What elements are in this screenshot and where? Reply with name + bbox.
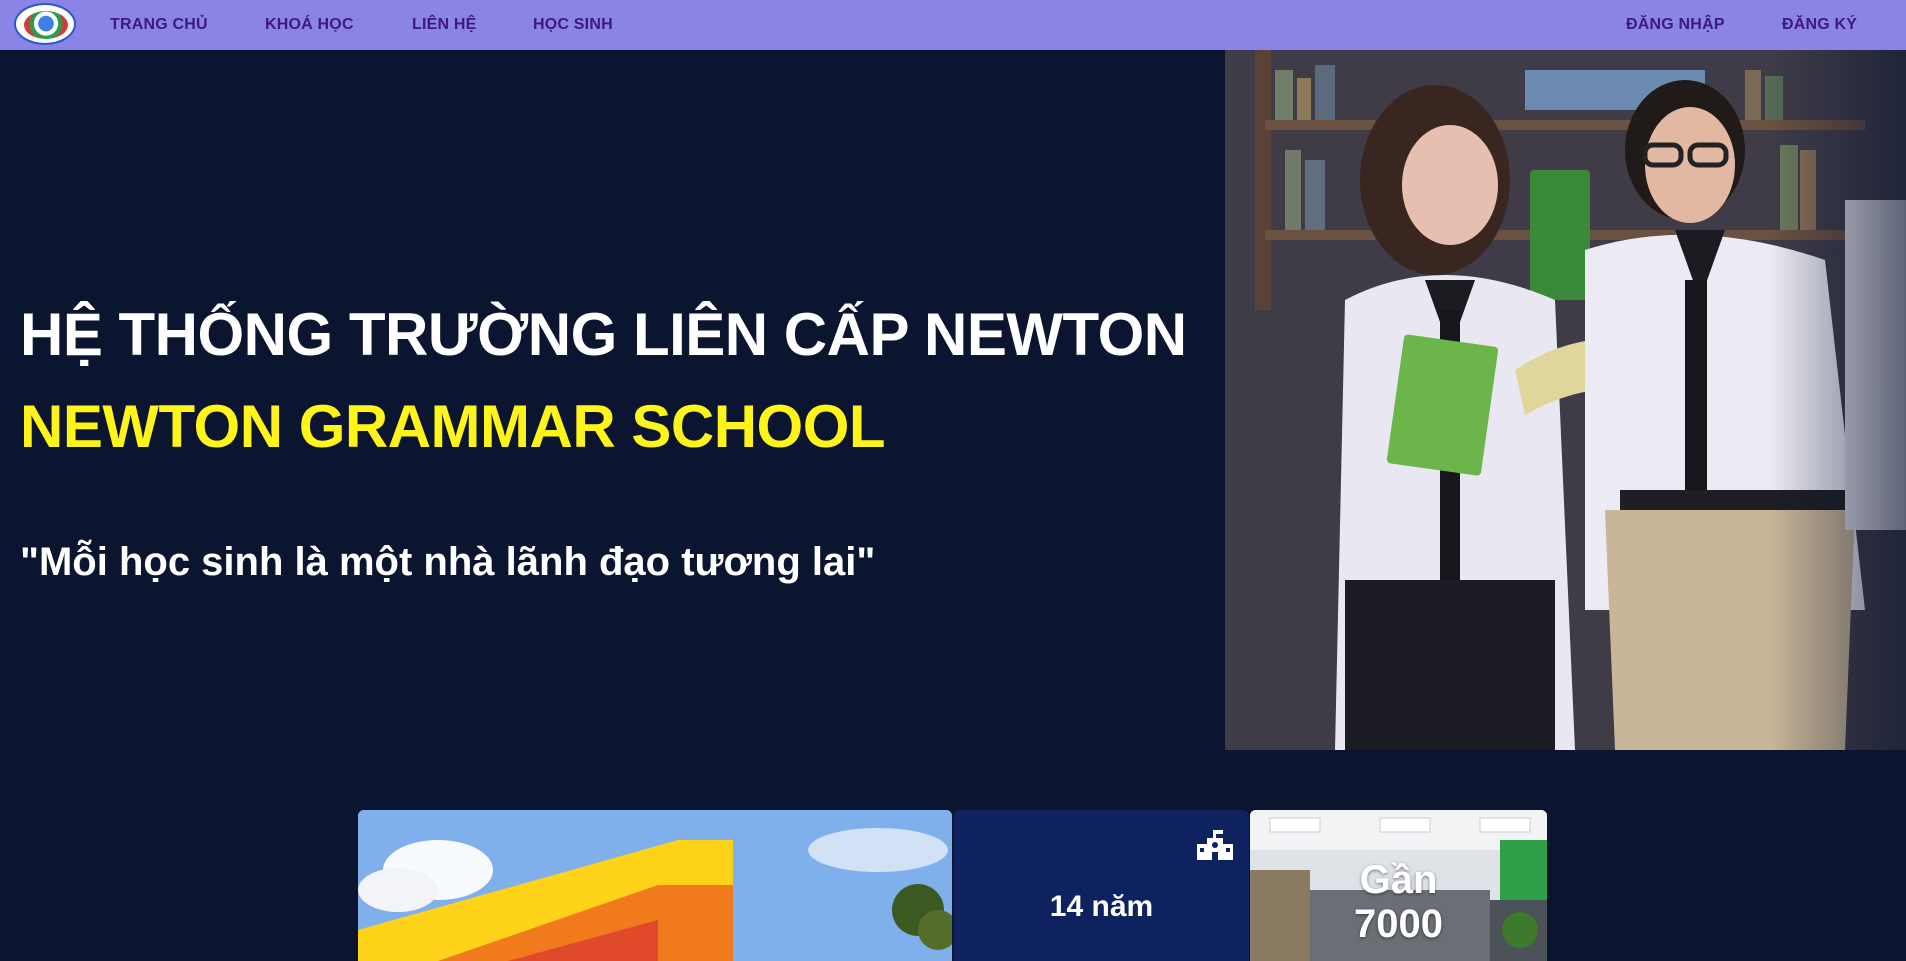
years-stat-card: 14 năm <box>954 810 1249 961</box>
years-stat-value: 14 năm <box>1049 890 1154 923</box>
students-stat-line1: Gần <box>1359 858 1438 902</box>
hero-subtitle: NEWTON GRAMMAR SCHOOL <box>20 393 886 460</box>
nav-link-students[interactable]: HỌC SINH <box>533 0 613 50</box>
school-logo[interactable] <box>14 3 76 45</box>
students-reading-illustration <box>1225 50 1906 750</box>
logo-emblem-icon <box>24 11 68 39</box>
campus-image-card <box>358 810 952 961</box>
hero-students-photo <box>1225 50 1906 750</box>
hero-quote: "Mỗi học sinh là một nhà lãnh đạo tương … <box>20 540 876 584</box>
login-link[interactable]: ĐĂNG NHẬP <box>1626 0 1725 50</box>
register-link[interactable]: ĐĂNG KÝ <box>1782 0 1857 50</box>
nav-link-courses[interactable]: KHOÁ HỌC <box>265 0 354 50</box>
top-navbar: TRANG CHỦ KHOÁ HỌC LIÊN HỆ HỌC SINH ĐĂNG… <box>0 0 1906 50</box>
campus-building-illustration <box>358 810 952 961</box>
students-stat-line2: 7000 <box>1354 902 1443 946</box>
nav-link-home[interactable]: TRANG CHỦ <box>110 0 208 50</box>
nav-link-contact[interactable]: LIÊN HỆ <box>412 0 477 50</box>
hero-title: HỆ THỐNG TRƯỜNG LIÊN CẤP NEWTON <box>20 301 1187 368</box>
students-stat-card: Gần 7000 <box>1250 810 1547 961</box>
school-building-icon <box>1197 830 1233 860</box>
students-stat-value: Gần 7000 <box>1250 858 1547 946</box>
